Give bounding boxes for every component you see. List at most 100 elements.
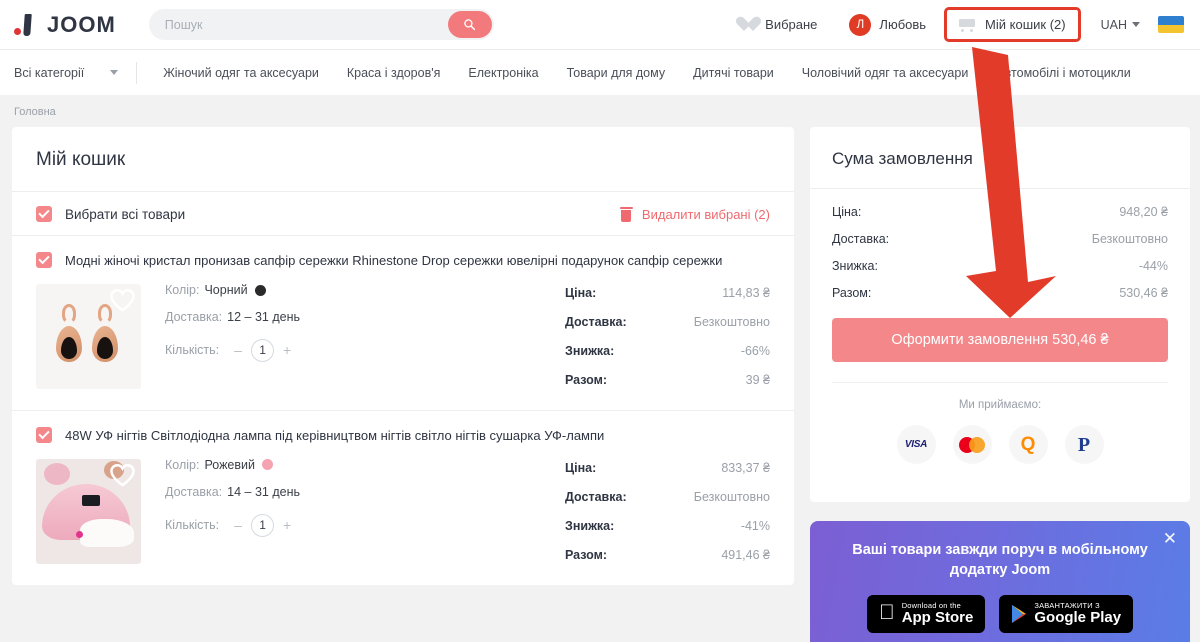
trash-icon bbox=[619, 206, 633, 222]
price-value: -41% bbox=[740, 518, 770, 533]
shipping-value: 14 – 31 день bbox=[227, 485, 300, 500]
breadcrumb[interactable]: Головна bbox=[0, 95, 1200, 127]
price-key: Доставка: bbox=[565, 489, 627, 504]
color-swatch bbox=[262, 459, 273, 471]
quantity-decrease-button[interactable]: – bbox=[233, 343, 243, 357]
price-row: Знижка: -66% bbox=[565, 344, 770, 358]
delete-selected-label: Видалити вибрані (2) bbox=[641, 206, 770, 222]
cart-item-prices: Ціна: 114,83 ₴ Доставка: Безкоштовно Зни… bbox=[565, 284, 770, 402]
summary-key: Ціна: bbox=[832, 205, 862, 219]
cart-item-name[interactable]: Модні жіночі кристал пронизав сапфір сер… bbox=[65, 252, 722, 271]
color-label: Колір: bbox=[165, 457, 200, 472]
qiwi-icon[interactable]: Q bbox=[1008, 425, 1048, 464]
heart-icon bbox=[740, 17, 757, 32]
select-all-label: Вибрати всі товари bbox=[65, 206, 186, 222]
cart-item-prices: Ціна: 833,37 ₴ Доставка: Безкоштовно Зни… bbox=[565, 459, 770, 577]
summary-body: Ціна: 948,20 ₴ Доставка: Безкоштовно Зни… bbox=[810, 189, 1190, 502]
close-icon[interactable]: ✕ bbox=[1163, 530, 1177, 547]
cart-item-name[interactable]: 48W УФ нігтів Світлодіодна лампа під кер… bbox=[65, 427, 604, 446]
cart-item-checkbox[interactable] bbox=[36, 252, 52, 268]
account-link[interactable]: Л Любовь bbox=[833, 0, 942, 49]
chevron-down-icon bbox=[110, 70, 119, 75]
price-value: 114,83 ₴ bbox=[722, 285, 770, 300]
summary-value: -44% bbox=[1138, 259, 1168, 273]
price-key: Ціна: bbox=[565, 460, 597, 475]
cart-item-thumbnail[interactable] bbox=[36, 283, 141, 389]
price-key: Ціна: bbox=[565, 285, 597, 300]
price-row: Ціна: 114,83 ₴ bbox=[565, 286, 770, 300]
search-icon bbox=[464, 19, 476, 31]
nav-link-kids[interactable]: Дитячі товари bbox=[679, 66, 788, 80]
paypal-icon[interactable]: P bbox=[1064, 425, 1104, 464]
quantity-label: Кількість: bbox=[165, 343, 220, 358]
nav-link-beauty[interactable]: Краса і здоров'я bbox=[333, 66, 455, 80]
cart-link[interactable]: Мій кошик (2) bbox=[944, 7, 1081, 42]
price-value: 491,46 ₴ bbox=[721, 547, 770, 562]
search-input[interactable] bbox=[164, 17, 494, 32]
favorites-link[interactable]: Вибране bbox=[724, 0, 833, 49]
cart-item-body: Колір: Чорний Доставка: 12 – 31 день Кіл… bbox=[36, 284, 770, 402]
all-categories-button[interactable]: Всі категорії bbox=[14, 66, 136, 80]
delete-selected-button[interactable]: Видалити вибрані (2) bbox=[619, 206, 770, 222]
user-name: Любовь bbox=[879, 17, 927, 32]
search-bar[interactable] bbox=[148, 9, 494, 40]
cart-item: Модні жіночі кристал пронизав сапфір сер… bbox=[12, 236, 794, 411]
quantity-decrease-button[interactable]: – bbox=[233, 518, 243, 532]
shipping-label: Доставка: bbox=[165, 485, 223, 500]
header-right: Вибране Л Любовь Мій кошик (2) UAH bbox=[724, 0, 1184, 49]
checkout-button[interactable]: Оформити замовлення 530,46 ₴ bbox=[832, 318, 1168, 362]
cart-label: Мій кошик (2) bbox=[985, 17, 1066, 32]
select-all-checkbox[interactable] bbox=[36, 206, 52, 222]
heart-outline-icon[interactable] bbox=[109, 463, 136, 487]
store-badges:  Download on the App Store bbox=[828, 595, 1172, 634]
summary-key: Доставка: bbox=[832, 232, 890, 246]
heart-outline-icon[interactable] bbox=[109, 288, 136, 312]
quantity-value[interactable]: 1 bbox=[251, 338, 275, 362]
joom-logo[interactable]: JOOM bbox=[14, 12, 116, 38]
visa-icon[interactable]: VISA bbox=[896, 425, 936, 464]
price-row: Разом: 39 ₴ bbox=[565, 373, 770, 387]
nav-link-auto[interactable]: Автомобілі і мотоцикли bbox=[982, 66, 1144, 80]
cart-item-header: Модні жіночі кристал пронизав сапфір сер… bbox=[36, 252, 770, 271]
price-value: 833,37 ₴ bbox=[721, 460, 770, 475]
nav-link-women[interactable]: Жіночий одяг та аксесуари bbox=[149, 66, 333, 80]
logo-dot-icon bbox=[14, 27, 21, 35]
quantity-row: Кількість: – 1 + bbox=[165, 513, 300, 537]
mastercard-icon[interactable] bbox=[952, 425, 992, 464]
cart-item-checkbox[interactable] bbox=[36, 426, 52, 443]
nav-link-electronics[interactable]: Електроніка bbox=[454, 66, 552, 80]
quantity-value[interactable]: 1 bbox=[251, 513, 275, 537]
summary-row: Ціна: 948,20 ₴ bbox=[832, 205, 1168, 219]
chevron-down-icon bbox=[1132, 22, 1140, 27]
quantity-row: Кількість: – 1 + bbox=[165, 338, 300, 362]
color-swatch bbox=[254, 284, 266, 296]
price-value: -66% bbox=[740, 343, 770, 358]
nav-divider bbox=[136, 61, 138, 84]
google-play-button[interactable]: ЗАВАНТАЖИТИ З Google Play bbox=[999, 595, 1134, 634]
price-row: Знижка: -41% bbox=[565, 519, 770, 533]
shipping-value: 12 – 31 день bbox=[227, 310, 300, 325]
app-store-button[interactable]:  Download on the App Store bbox=[866, 595, 986, 634]
page-title: Мій кошик bbox=[12, 127, 794, 192]
nav-link-men[interactable]: Чоловічий одяг та аксесуари bbox=[788, 66, 983, 80]
app-store-label: App Store bbox=[893, 609, 974, 627]
qiwi-text: Q bbox=[1020, 434, 1036, 455]
quantity-increase-button[interactable]: + bbox=[282, 518, 292, 532]
cart-item-thumbnail[interactable] bbox=[36, 458, 141, 564]
color-value: Чорний bbox=[204, 282, 248, 297]
price-key: Знижка: bbox=[565, 518, 615, 533]
currency-label: UAH bbox=[1100, 17, 1127, 32]
summary-key: Знижка: bbox=[832, 259, 878, 273]
quantity-label: Кількість: bbox=[165, 517, 220, 532]
cart-item-header: 48W УФ нігтів Світлодіодна лампа під кер… bbox=[36, 426, 770, 446]
quantity-stepper[interactable]: – 1 + bbox=[233, 513, 292, 537]
quantity-increase-button[interactable]: + bbox=[282, 343, 292, 357]
currency-selector[interactable]: UAH bbox=[1083, 18, 1150, 32]
cart-item: 48W УФ нігтів Світлодіодна лампа під кер… bbox=[12, 411, 794, 585]
earring-right bbox=[92, 303, 118, 362]
search-button[interactable] bbox=[447, 11, 492, 38]
nav-link-home[interactable]: Товари для дому bbox=[553, 66, 680, 80]
ukraine-flag-icon[interactable] bbox=[1158, 16, 1184, 33]
quantity-stepper[interactable]: – 1 + bbox=[233, 338, 292, 362]
app-promo-banner: ✕ Ваші товари завжди поруч в мобільному … bbox=[810, 521, 1190, 642]
